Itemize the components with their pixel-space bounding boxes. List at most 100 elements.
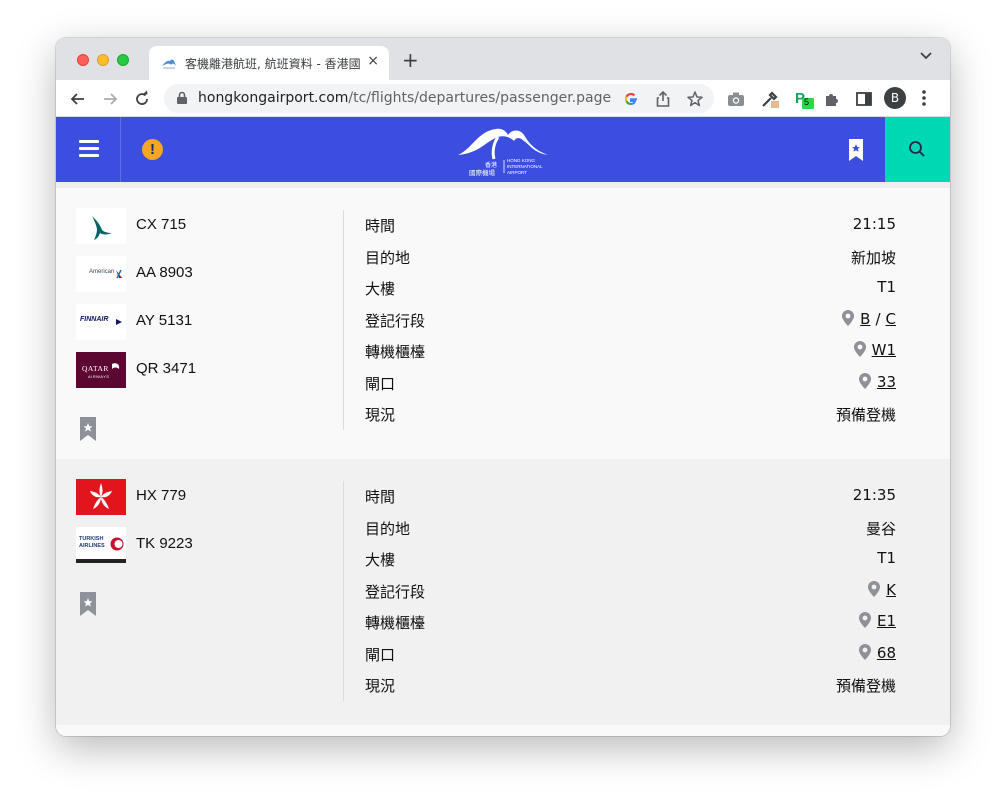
hong-kong-airlines-logo	[76, 479, 126, 515]
extension-badge-count: 5	[804, 97, 810, 107]
p-extension-icon[interactable]: P 5	[794, 89, 816, 109]
back-arrow-icon[interactable]	[68, 89, 88, 109]
detail-gate: 閘口 68	[365, 644, 896, 666]
bookmark-star-icon[interactable]	[686, 90, 704, 108]
gate-link[interactable]: 68	[877, 644, 896, 662]
card-divider	[343, 210, 344, 430]
destination-value: 新加坡	[850, 249, 896, 267]
qatar-airways-logo: QATAR AIRWAYS	[76, 352, 126, 388]
check-in-separator: /	[875, 310, 881, 328]
tab-close-icon[interactable]: ×	[367, 53, 379, 69]
alert-icon[interactable]: !	[142, 139, 163, 160]
share-icon[interactable]	[654, 90, 672, 108]
add-bookmark-icon[interactable]	[80, 417, 96, 441]
gate-label: 閘口	[365, 375, 396, 393]
departures-list: CX 715 American AA 8903 FINNAIR AY 5131 …	[56, 182, 950, 736]
flight-card[interactable]: CX 715 American AA 8903 FINNAIR AY 5131 …	[56, 188, 950, 459]
camera-icon[interactable]	[726, 89, 746, 109]
google-icon[interactable]	[622, 90, 640, 108]
detail-terminal: 大樓 T1	[365, 549, 896, 571]
flight-number: QR 3471	[136, 360, 197, 377]
zoom-window-button[interactable]	[117, 54, 129, 66]
time-value: 21:15	[852, 215, 896, 233]
gate-value: 33	[858, 373, 896, 391]
detail-check-in: 登記行段 B / C	[365, 310, 896, 332]
map-pin-icon	[858, 373, 871, 389]
status-value: 預備登機	[835, 406, 896, 424]
gate-link[interactable]: 33	[877, 373, 896, 391]
transfer-label: 轉機櫃檯	[365, 343, 426, 361]
transfer-label: 轉機櫃檯	[365, 614, 426, 632]
tab-search-chevron-icon[interactable]	[920, 52, 932, 60]
logo-en-line-1: HONG KONG	[507, 158, 536, 163]
bookmarked-flights-icon[interactable]	[849, 139, 863, 161]
profile-avatar[interactable]: B	[884, 87, 906, 109]
detail-gate: 閘口 33	[365, 373, 896, 395]
add-bookmark-icon[interactable]	[80, 592, 96, 616]
reload-icon[interactable]	[132, 89, 152, 109]
puzzle-extensions-icon[interactable]	[822, 89, 842, 109]
lock-icon[interactable]	[176, 91, 188, 105]
forward-arrow-icon[interactable]	[100, 89, 120, 109]
check-in-aisle-link[interactable]: B	[860, 310, 870, 328]
transfer-value: E1	[858, 612, 896, 630]
detail-transfer: 轉機櫃檯 E1	[365, 612, 896, 634]
time-value: 21:35	[852, 486, 896, 504]
map-pin-icon	[858, 644, 871, 660]
browser-window: 客機離港航班, 航班資料 - 香港國際機場 × + hongkongairpor…	[56, 38, 950, 736]
check-in-aisle-link[interactable]: K	[886, 581, 896, 599]
check-in-value: B / C	[842, 310, 896, 328]
finnair-logo: FINNAIR	[76, 304, 126, 340]
side-panel-icon[interactable]	[854, 89, 874, 109]
map-pin-icon	[842, 310, 855, 326]
american-logo-text: American	[89, 269, 115, 275]
hamburger-menu-icon[interactable]	[79, 140, 99, 158]
flight-card[interactable]: HX 779 TURKISH AIRLINES TK 9223 時間 21:35…	[56, 459, 950, 725]
flight-number: AA 8903	[136, 264, 193, 281]
gate-value: 68	[858, 644, 896, 662]
detail-terminal: 大樓 T1	[365, 278, 896, 300]
detail-destination: 目的地 新加坡	[365, 247, 896, 269]
close-window-button[interactable]	[77, 54, 89, 66]
terminal-label: 大樓	[365, 551, 396, 569]
logo-zh-line-2: 國際機場	[469, 169, 495, 177]
status-label: 現況	[365, 406, 396, 424]
detail-transfer: 轉機櫃檯 W1	[365, 341, 896, 363]
transfer-desk-link[interactable]: E1	[877, 612, 896, 630]
check-in-label: 登記行段	[365, 583, 426, 601]
map-pin-icon	[858, 612, 871, 628]
destination-value: 曼谷	[865, 520, 896, 538]
time-label: 時間	[365, 217, 396, 235]
check-in-label: 登記行段	[365, 312, 426, 330]
address-bar[interactable]: hongkongairport.com/tc/flights/departure…	[164, 84, 714, 113]
card-divider	[343, 481, 344, 701]
search-button[interactable]	[885, 117, 950, 182]
time-label: 時間	[365, 488, 396, 506]
gate-label: 閘口	[365, 646, 396, 664]
flight-number: AY 5131	[136, 312, 193, 329]
search-icon	[909, 141, 925, 157]
map-pin-icon	[868, 581, 881, 597]
browser-tab-active[interactable]: 客機離港航班, 航班資料 - 香港國際機場 ×	[149, 46, 389, 80]
hkia-logo[interactable]: 香港 國際機場 HONG KONG INTERNATIONAL AIRPORT	[458, 125, 550, 177]
site-header: ! 香港 國際機場 HONG KONG INTERNATIONAL AIRPOR…	[56, 117, 950, 182]
status-label: 現況	[365, 677, 396, 695]
flight-number: HX 779	[136, 487, 187, 504]
flight-number: TK 9223	[136, 535, 193, 552]
new-tab-button[interactable]: +	[402, 48, 419, 72]
eyedropper-extension-icon[interactable]	[760, 89, 780, 109]
detail-destination: 目的地 曼谷	[365, 518, 896, 540]
terminal-label: 大樓	[365, 280, 396, 298]
url-text[interactable]: hongkongairport.com/tc/flights/departure…	[198, 90, 611, 106]
header-divider	[120, 117, 121, 182]
more-menu-icon[interactable]	[922, 90, 926, 106]
detail-time: 時間 21:15	[365, 215, 896, 237]
check-in-aisle-link[interactable]: C	[886, 310, 896, 328]
tab-strip: 客機離港航班, 航班資料 - 香港國際機場 × +	[56, 38, 950, 80]
cathay-pacific-logo	[76, 208, 126, 244]
status-value: 預備登機	[835, 677, 896, 695]
flight-number: CX 715	[136, 216, 187, 233]
transfer-desk-link[interactable]: W1	[872, 341, 896, 359]
minimize-window-button[interactable]	[97, 54, 109, 66]
check-in-value: K	[868, 581, 896, 599]
